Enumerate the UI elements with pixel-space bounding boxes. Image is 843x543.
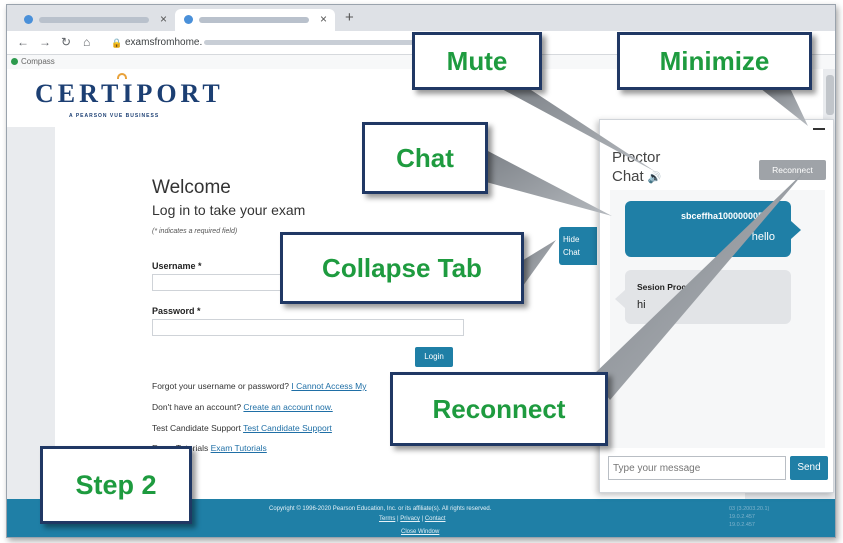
contact-link[interactable]: Contact	[425, 516, 446, 522]
send-button[interactable]: Send	[790, 456, 828, 480]
forward-arrow-icon[interactable]: →	[39, 35, 51, 49]
chat-title-line1: Proctor	[612, 149, 661, 166]
copyright-text: Copyright © 1996-2020 Pearson Education,…	[269, 506, 492, 512]
version-info: 03 (3.2003.20.1) 19.0.2.457 19.0.2.457	[729, 505, 769, 529]
tab-favicon-icon	[184, 15, 193, 24]
login-button[interactable]: Login	[415, 347, 453, 367]
create-account-link[interactable]: Create an account now.	[243, 402, 332, 412]
username-label: Username *	[152, 261, 202, 271]
url-redacted	[204, 39, 415, 45]
logo-tagline: A PEARSON VUE BUSINESS	[69, 113, 160, 119]
forgot-line: Forgot your username or password? I Cann…	[152, 381, 367, 391]
certiport-logo: CERTIPORT	[35, 79, 224, 108]
tab-favicon-icon	[24, 15, 33, 24]
lock-icon: 🔒	[111, 38, 123, 48]
back-arrow-icon[interactable]: ←	[17, 35, 29, 49]
compass-label: Compass	[21, 57, 55, 66]
chat-message-proctor: Sesion Proctor hi	[615, 270, 791, 324]
message-user: Sesion Proctor	[637, 282, 698, 292]
forgot-link[interactable]: I Cannot Access My	[291, 381, 366, 391]
hide-chat-line1: Hide	[563, 235, 580, 244]
home-icon[interactable]: ⌂	[83, 35, 90, 49]
tab-title	[199, 17, 309, 23]
privacy-link[interactable]: Privacy	[400, 516, 420, 522]
chat-title-line2: Chat	[612, 168, 644, 185]
message-text: hi	[637, 299, 646, 311]
version-line: 19.0.2.457	[729, 522, 755, 528]
tutorials-link[interactable]: Exam Tutorials	[211, 443, 267, 453]
chat-message-self: sbceffha100000005 hello	[625, 201, 801, 257]
collapse-tab-callout: Collapse Tab	[280, 232, 524, 304]
login-subtitle: Log in to take your exam	[152, 202, 306, 218]
footer-links: Terms | Privacy | Contact	[379, 516, 446, 522]
password-input[interactable]	[152, 319, 464, 336]
browser-tab-2[interactable]: ×	[175, 9, 335, 31]
speaker-mute-icon[interactable]: 🔊	[648, 172, 662, 184]
reload-icon[interactable]: ↻	[61, 35, 71, 49]
version-line: 19.0.2.457	[729, 514, 755, 520]
close-icon[interactable]: ×	[320, 12, 327, 26]
forgot-text: Forgot your username or password?	[152, 381, 290, 391]
message-text: hello	[751, 231, 775, 243]
mute-callout: Mute	[412, 32, 542, 90]
logo-arc-icon	[117, 73, 127, 79]
proctor-chat-panel: Proctor Chat 🔊 Reconnect sbceffha1000000…	[599, 119, 834, 493]
no-account-text: Don't have an account?	[152, 402, 242, 412]
support-line: Test Candidate Support Test Candidate Su…	[152, 423, 332, 433]
close-window-link[interactable]: Close Window	[401, 529, 439, 535]
minimize-callout: Minimize	[617, 32, 812, 90]
new-tab-icon[interactable]: +	[345, 9, 354, 26]
minimize-icon[interactable]	[813, 128, 825, 130]
password-label: Password *	[152, 306, 201, 316]
chat-callout: Chat	[362, 122, 488, 194]
step-callout: Step 2	[40, 446, 192, 524]
browser-tab-1[interactable]: ×	[15, 9, 175, 31]
chat-title: Proctor Chat 🔊	[612, 148, 662, 188]
scrollbar-thumb[interactable]	[826, 75, 834, 115]
url-text: examsfromhome.	[125, 37, 203, 48]
required-note: (* indicates a required field)	[152, 228, 238, 235]
tab-title	[39, 17, 149, 23]
browser-tab-bar: × × +	[7, 5, 835, 31]
support-link[interactable]: Test Candidate Support	[243, 423, 332, 433]
message-user: sbceffha100000005	[681, 211, 764, 221]
version-line: 03 (3.2003.20.1)	[729, 506, 770, 512]
compass-icon	[11, 58, 18, 65]
terms-link[interactable]: Terms	[379, 516, 395, 522]
reconnect-button[interactable]: Reconnect	[759, 160, 826, 180]
hide-chat-tab[interactable]: Hide Chat	[559, 227, 597, 265]
hide-chat-line2: Chat	[563, 248, 580, 257]
close-icon[interactable]: ×	[160, 12, 167, 26]
chat-message-input[interactable]	[608, 456, 786, 480]
no-account-line: Don't have an account? Create an account…	[152, 402, 333, 412]
welcome-heading: Welcome	[152, 177, 231, 198]
reconnect-callout: Reconnect	[390, 372, 608, 446]
support-text: Test Candidate Support	[152, 423, 241, 433]
